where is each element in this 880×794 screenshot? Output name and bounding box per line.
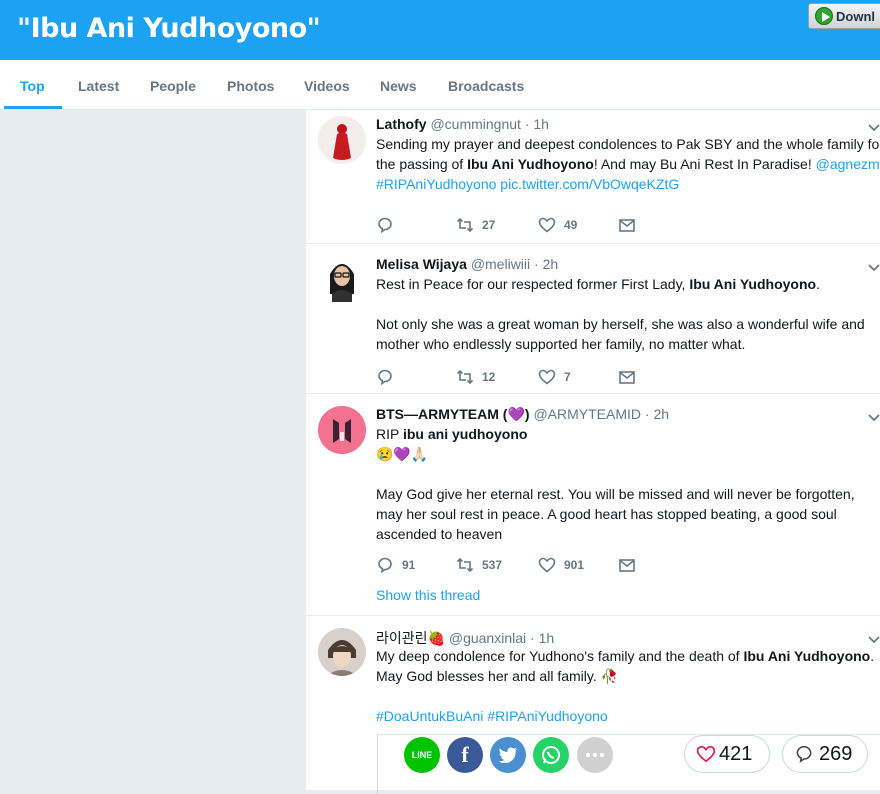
tweet-time[interactable]: · 1h bbox=[530, 630, 554, 646]
author-handle[interactable]: @cummingnut bbox=[430, 116, 520, 132]
tab-photos[interactable]: Photos bbox=[227, 78, 274, 94]
author-name: BTS—ARMYTEAM (💜) bbox=[376, 406, 530, 422]
facebook-icon[interactable]: f bbox=[447, 737, 483, 773]
author-handle[interactable]: @ARMYTEAMID bbox=[533, 406, 641, 422]
emoji-line: 😢💜🙏🏻 bbox=[376, 446, 429, 462]
reply-button[interactable]: 91 bbox=[376, 556, 415, 574]
envelope-icon bbox=[619, 371, 635, 384]
search-term-highlight: Ibu Ani Yudhoyono bbox=[743, 648, 871, 664]
heart-icon bbox=[538, 557, 556, 573]
direct-message-button[interactable] bbox=[618, 556, 644, 574]
tab-people[interactable]: People bbox=[150, 78, 196, 94]
author-name[interactable]: Lathofy bbox=[376, 116, 427, 132]
avatar[interactable] bbox=[318, 116, 366, 164]
like-button[interactable]: 49 bbox=[538, 216, 577, 234]
more-options-icon[interactable] bbox=[577, 737, 613, 773]
search-title: "Ibu Ani Yudhoyono" bbox=[17, 13, 321, 44]
hashtag-link[interactable]: #RIPAniYudhoyono pic.twitter.com/VbOwqeK… bbox=[376, 174, 880, 194]
tweet-text: My deep condolence for Yudhono's family … bbox=[376, 646, 880, 726]
reply-count: 91 bbox=[402, 558, 416, 572]
avatar[interactable] bbox=[318, 628, 366, 676]
share-like-count: 421 bbox=[719, 742, 753, 765]
reply-icon bbox=[378, 217, 392, 234]
author-handle[interactable]: @meliwiii bbox=[471, 256, 530, 272]
heart-icon bbox=[696, 745, 716, 763]
author-name[interactable]: Melisa Wijaya bbox=[376, 256, 467, 272]
envelope-icon bbox=[619, 219, 635, 232]
like-count: 901 bbox=[564, 558, 585, 572]
reply-icon bbox=[378, 369, 392, 386]
tweet[interactable]: Melisa Wijaya @meliwiii · 2h Rest in Pea… bbox=[306, 244, 880, 394]
tweet-text: Rest in Peace for our respected former F… bbox=[376, 276, 865, 352]
retweet-count: 12 bbox=[482, 370, 496, 384]
chevron-down-icon[interactable] bbox=[868, 414, 880, 422]
tweet[interactable]: Lathofy @cummingnut · 1h Sending my pray… bbox=[306, 110, 880, 244]
reply-button[interactable] bbox=[376, 216, 402, 234]
timeline: Lathofy @cummingnut · 1h Sending my pray… bbox=[306, 110, 880, 794]
whatsapp-icon[interactable] bbox=[533, 737, 569, 773]
search-term-highlight: Ibu Ani Yudhoyono bbox=[689, 276, 817, 292]
tweet-text: Sending my prayer and deepest condolence… bbox=[376, 134, 880, 194]
direct-message-button[interactable] bbox=[618, 368, 644, 386]
tab-top[interactable]: Top bbox=[20, 78, 45, 94]
tweet-line: Sending my prayer and deepest condolence… bbox=[376, 136, 880, 152]
share-comment-count: 269 bbox=[819, 742, 853, 765]
like-button[interactable]: 7 bbox=[538, 368, 571, 386]
chevron-down-icon[interactable] bbox=[868, 264, 880, 272]
tab-news[interactable]: News bbox=[380, 78, 417, 94]
tab-broadcasts[interactable]: Broadcasts bbox=[448, 78, 524, 94]
retweet-button[interactable]: 27 bbox=[456, 216, 495, 234]
tweet-time[interactable]: · 2h bbox=[645, 406, 669, 422]
download-label: Downl bbox=[836, 8, 875, 24]
like-count: 7 bbox=[564, 370, 571, 384]
author-name: 라이관린🍓 bbox=[376, 630, 445, 646]
envelope-icon bbox=[619, 559, 635, 572]
heart-icon bbox=[538, 217, 556, 233]
tab-latest[interactable]: Latest bbox=[78, 78, 119, 94]
chevron-down-icon[interactable] bbox=[868, 636, 880, 644]
play-icon bbox=[815, 7, 833, 25]
search-tabs: Top Latest People Photos Videos News Bro… bbox=[0, 60, 880, 110]
tweet-time[interactable]: · 1h bbox=[525, 116, 549, 132]
tweet-text: RIP ibu ani yudhoyono 😢💜🙏🏻 May God give … bbox=[376, 424, 880, 544]
heart-icon bbox=[538, 369, 556, 385]
retweet-icon bbox=[456, 369, 474, 385]
like-count: 49 bbox=[564, 218, 578, 232]
like-pill[interactable]: 421 bbox=[684, 735, 770, 773]
share-card-preview[interactable]: LINE f 421 269 bbox=[377, 734, 880, 794]
twitter-icon[interactable] bbox=[490, 737, 526, 773]
search-term-highlight: ibu ani yudhoyono bbox=[402, 426, 528, 442]
like-button[interactable]: 901 bbox=[538, 556, 584, 574]
download-button[interactable]: Downl bbox=[808, 3, 880, 29]
retweet-icon bbox=[456, 217, 474, 233]
retweet-button[interactable]: 537 bbox=[456, 556, 502, 574]
reply-button[interactable] bbox=[376, 368, 402, 386]
retweet-button[interactable]: 12 bbox=[456, 368, 495, 386]
comment-pill[interactable]: 269 bbox=[782, 735, 868, 773]
show-thread-link[interactable]: Show this thread bbox=[376, 587, 480, 603]
author-handle[interactable]: @guanxinlai bbox=[449, 630, 526, 646]
mention-link[interactable]: @agnezmo bbox=[816, 156, 880, 172]
tweet[interactable]: BTS—ARMYTEAM (💜) @ARMYTEAMID · 2h RIP ib… bbox=[306, 394, 880, 616]
tab-videos[interactable]: Videos bbox=[304, 78, 350, 94]
retweet-count: 27 bbox=[482, 218, 496, 232]
avatar[interactable] bbox=[320, 254, 364, 302]
chevron-down-icon[interactable] bbox=[868, 124, 880, 132]
retweet-count: 537 bbox=[482, 558, 503, 572]
active-tab-indicator bbox=[4, 106, 62, 109]
direct-message-button[interactable] bbox=[618, 216, 644, 234]
tweet-time[interactable]: · 2h bbox=[534, 256, 558, 272]
tweet-line: the passing of Ibu Ani Yudhoyono! And ma… bbox=[376, 154, 880, 174]
search-term-highlight: Ibu Ani Yudhoyono bbox=[467, 156, 594, 172]
avatar[interactable] bbox=[318, 406, 366, 454]
top-header: "Ibu Ani Yudhoyono" Downl bbox=[0, 0, 880, 60]
retweet-icon bbox=[456, 557, 474, 573]
line-icon[interactable]: LINE bbox=[404, 737, 440, 773]
comment-icon bbox=[796, 746, 812, 763]
hashtag-link[interactable]: #DoaUntukBuAni #RIPAniYudhoyono bbox=[376, 706, 880, 726]
reply-icon bbox=[378, 557, 392, 574]
